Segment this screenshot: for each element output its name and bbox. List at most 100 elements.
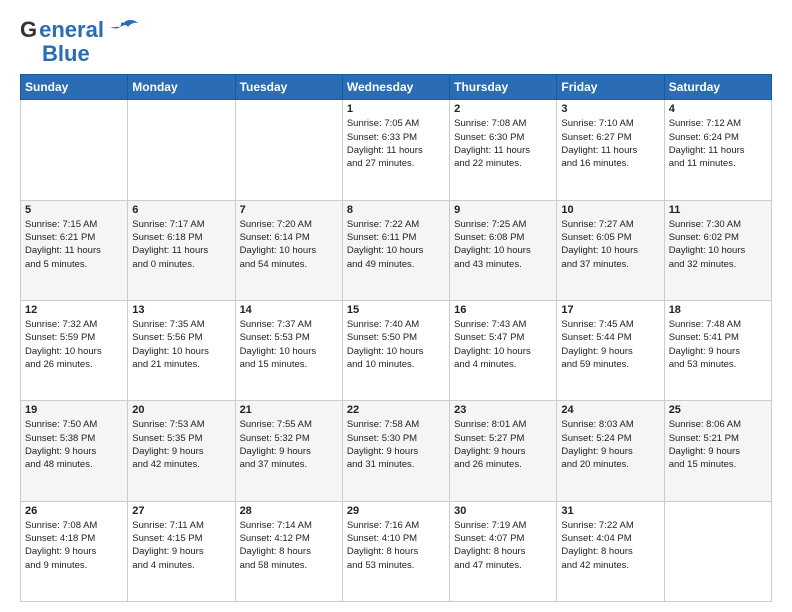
calendar-cell: 9 Sunrise: 7:25 AM Sunset: 6:08 PM Daylig…	[450, 200, 557, 300]
day-info: Sunrise: 7:50 AM Sunset: 5:38 PM Dayligh…	[25, 418, 123, 471]
logo-bird-icon	[110, 19, 138, 42]
day-number: 7	[240, 204, 338, 216]
day-number: 19	[25, 404, 123, 416]
calendar-cell: 28 Sunrise: 7:14 AM Sunset: 4:12 PM Dayli…	[235, 501, 342, 601]
day-info: Sunrise: 7:19 AM Sunset: 4:07 PM Dayligh…	[454, 519, 552, 572]
logo: General Blue	[20, 18, 138, 66]
day-info: Sunrise: 8:06 AM Sunset: 5:21 PM Dayligh…	[669, 418, 767, 471]
day-number: 16	[454, 304, 552, 316]
day-info: Sunrise: 8:01 AM Sunset: 5:27 PM Dayligh…	[454, 418, 552, 471]
day-info: Sunrise: 7:27 AM Sunset: 6:05 PM Dayligh…	[561, 218, 659, 271]
calendar-cell: 25 Sunrise: 8:06 AM Sunset: 5:21 PM Dayli…	[664, 401, 771, 501]
calendar-cell: 17 Sunrise: 7:45 AM Sunset: 5:44 PM Dayli…	[557, 301, 664, 401]
day-info: Sunrise: 7:16 AM Sunset: 4:10 PM Dayligh…	[347, 519, 445, 572]
day-number: 25	[669, 404, 767, 416]
calendar-header-row: Sunday Monday Tuesday Wednesday Thursday…	[21, 75, 772, 100]
day-info: Sunrise: 7:32 AM Sunset: 5:59 PM Dayligh…	[25, 318, 123, 371]
calendar-week-row: 12 Sunrise: 7:32 AM Sunset: 5:59 PM Dayli…	[21, 301, 772, 401]
col-thursday: Thursday	[450, 75, 557, 100]
day-info: Sunrise: 7:22 AM Sunset: 6:11 PM Dayligh…	[347, 218, 445, 271]
calendar-cell: 3 Sunrise: 7:10 AM Sunset: 6:27 PM Daylig…	[557, 100, 664, 200]
calendar-week-row: 1 Sunrise: 7:05 AM Sunset: 6:33 PM Daylig…	[21, 100, 772, 200]
day-number: 14	[240, 304, 338, 316]
day-info: Sunrise: 7:12 AM Sunset: 6:24 PM Dayligh…	[669, 117, 767, 170]
day-info: Sunrise: 7:08 AM Sunset: 6:30 PM Dayligh…	[454, 117, 552, 170]
day-number: 4	[669, 103, 767, 115]
calendar-cell: 12 Sunrise: 7:32 AM Sunset: 5:59 PM Dayli…	[21, 301, 128, 401]
calendar-cell: 18 Sunrise: 7:48 AM Sunset: 5:41 PM Dayli…	[664, 301, 771, 401]
day-info: Sunrise: 7:14 AM Sunset: 4:12 PM Dayligh…	[240, 519, 338, 572]
day-info: Sunrise: 7:10 AM Sunset: 6:27 PM Dayligh…	[561, 117, 659, 170]
day-number: 9	[454, 204, 552, 216]
day-number: 30	[454, 505, 552, 517]
day-number: 28	[240, 505, 338, 517]
logo-general-rest: eneral	[39, 18, 104, 42]
col-saturday: Saturday	[664, 75, 771, 100]
calendar-cell: 27 Sunrise: 7:11 AM Sunset: 4:15 PM Dayli…	[128, 501, 235, 601]
page: General Blue Sunday Monday Tuesda	[0, 0, 792, 612]
calendar-cell: 30 Sunrise: 7:19 AM Sunset: 4:07 PM Dayli…	[450, 501, 557, 601]
day-number: 27	[132, 505, 230, 517]
calendar-cell: 20Sunrise: 7:53 AM Sunset: 5:35 PM Dayli…	[128, 401, 235, 501]
calendar-cell: 21Sunrise: 7:55 AM Sunset: 5:32 PM Dayli…	[235, 401, 342, 501]
day-number: 15	[347, 304, 445, 316]
day-number: 24	[561, 404, 659, 416]
day-info: Sunrise: 7:35 AM Sunset: 5:56 PM Dayligh…	[132, 318, 230, 371]
calendar-cell: 5 Sunrise: 7:15 AM Sunset: 6:21 PM Daylig…	[21, 200, 128, 300]
day-number: 13	[132, 304, 230, 316]
day-number: 26	[25, 505, 123, 517]
calendar-cell: 19 Sunrise: 7:50 AM Sunset: 5:38 PM Dayli…	[21, 401, 128, 501]
calendar-cell	[21, 100, 128, 200]
day-number: 31	[561, 505, 659, 517]
col-tuesday: Tuesday	[235, 75, 342, 100]
calendar-table: Sunday Monday Tuesday Wednesday Thursday…	[20, 74, 772, 602]
day-number: 12	[25, 304, 123, 316]
day-info: Sunrise: 7:11 AM Sunset: 4:15 PM Dayligh…	[132, 519, 230, 572]
day-info: Sunrise: 7:15 AM Sunset: 6:21 PM Dayligh…	[25, 218, 123, 271]
calendar-cell: 22 Sunrise: 7:58 AM Sunset: 5:30 PM Dayli…	[342, 401, 449, 501]
logo-blue-text: Blue	[42, 41, 90, 66]
day-number: 20	[132, 404, 230, 416]
day-number: 10	[561, 204, 659, 216]
calendar-cell: 1 Sunrise: 7:05 AM Sunset: 6:33 PM Daylig…	[342, 100, 449, 200]
calendar-cell: 13 Sunrise: 7:35 AM Sunset: 5:56 PM Dayli…	[128, 301, 235, 401]
day-number: 22	[347, 404, 445, 416]
day-number: 5	[25, 204, 123, 216]
day-number: 1	[347, 103, 445, 115]
day-info: Sunrise: 7:37 AM Sunset: 5:53 PM Dayligh…	[240, 318, 338, 371]
calendar-cell: 14 Sunrise: 7:37 AM Sunset: 5:53 PM Dayli…	[235, 301, 342, 401]
calendar-week-row: 5 Sunrise: 7:15 AM Sunset: 6:21 PM Daylig…	[21, 200, 772, 300]
day-info: Sunrise: 7:55 AM Sunset: 5:32 PM Dayligh…	[240, 418, 338, 471]
calendar-cell: 4 Sunrise: 7:12 AM Sunset: 6:24 PM Daylig…	[664, 100, 771, 200]
calendar-cell: 15Sunrise: 7:40 AM Sunset: 5:50 PM Dayli…	[342, 301, 449, 401]
day-info: Sunrise: 7:17 AM Sunset: 6:18 PM Dayligh…	[132, 218, 230, 271]
col-sunday: Sunday	[21, 75, 128, 100]
day-info: Sunrise: 7:48 AM Sunset: 5:41 PM Dayligh…	[669, 318, 767, 371]
calendar-week-row: 26 Sunrise: 7:08 AM Sunset: 4:18 PM Dayli…	[21, 501, 772, 601]
day-number: 3	[561, 103, 659, 115]
day-info: Sunrise: 7:30 AM Sunset: 6:02 PM Dayligh…	[669, 218, 767, 271]
day-info: Sunrise: 8:03 AM Sunset: 5:24 PM Dayligh…	[561, 418, 659, 471]
day-number: 23	[454, 404, 552, 416]
day-number: 17	[561, 304, 659, 316]
calendar-cell	[128, 100, 235, 200]
calendar-cell: 7 Sunrise: 7:20 AM Sunset: 6:14 PM Daylig…	[235, 200, 342, 300]
day-number: 18	[669, 304, 767, 316]
day-number: 8	[347, 204, 445, 216]
day-info: Sunrise: 7:05 AM Sunset: 6:33 PM Dayligh…	[347, 117, 445, 170]
day-info: Sunrise: 7:20 AM Sunset: 6:14 PM Dayligh…	[240, 218, 338, 271]
day-info: Sunrise: 7:45 AM Sunset: 5:44 PM Dayligh…	[561, 318, 659, 371]
day-info: Sunrise: 7:08 AM Sunset: 4:18 PM Dayligh…	[25, 519, 123, 572]
logo-general-text: G	[20, 18, 37, 42]
day-info: Sunrise: 7:58 AM Sunset: 5:30 PM Dayligh…	[347, 418, 445, 471]
calendar-cell: 6Sunrise: 7:17 AM Sunset: 6:18 PM Daylig…	[128, 200, 235, 300]
day-info: Sunrise: 7:22 AM Sunset: 4:04 PM Dayligh…	[561, 519, 659, 572]
calendar-cell: 26 Sunrise: 7:08 AM Sunset: 4:18 PM Dayli…	[21, 501, 128, 601]
calendar-cell	[235, 100, 342, 200]
header: General Blue	[20, 18, 772, 66]
calendar-cell: 11 Sunrise: 7:30 AM Sunset: 6:02 PM Dayli…	[664, 200, 771, 300]
calendar-cell	[664, 501, 771, 601]
day-number: 29	[347, 505, 445, 517]
day-info: Sunrise: 7:25 AM Sunset: 6:08 PM Dayligh…	[454, 218, 552, 271]
day-number: 11	[669, 204, 767, 216]
